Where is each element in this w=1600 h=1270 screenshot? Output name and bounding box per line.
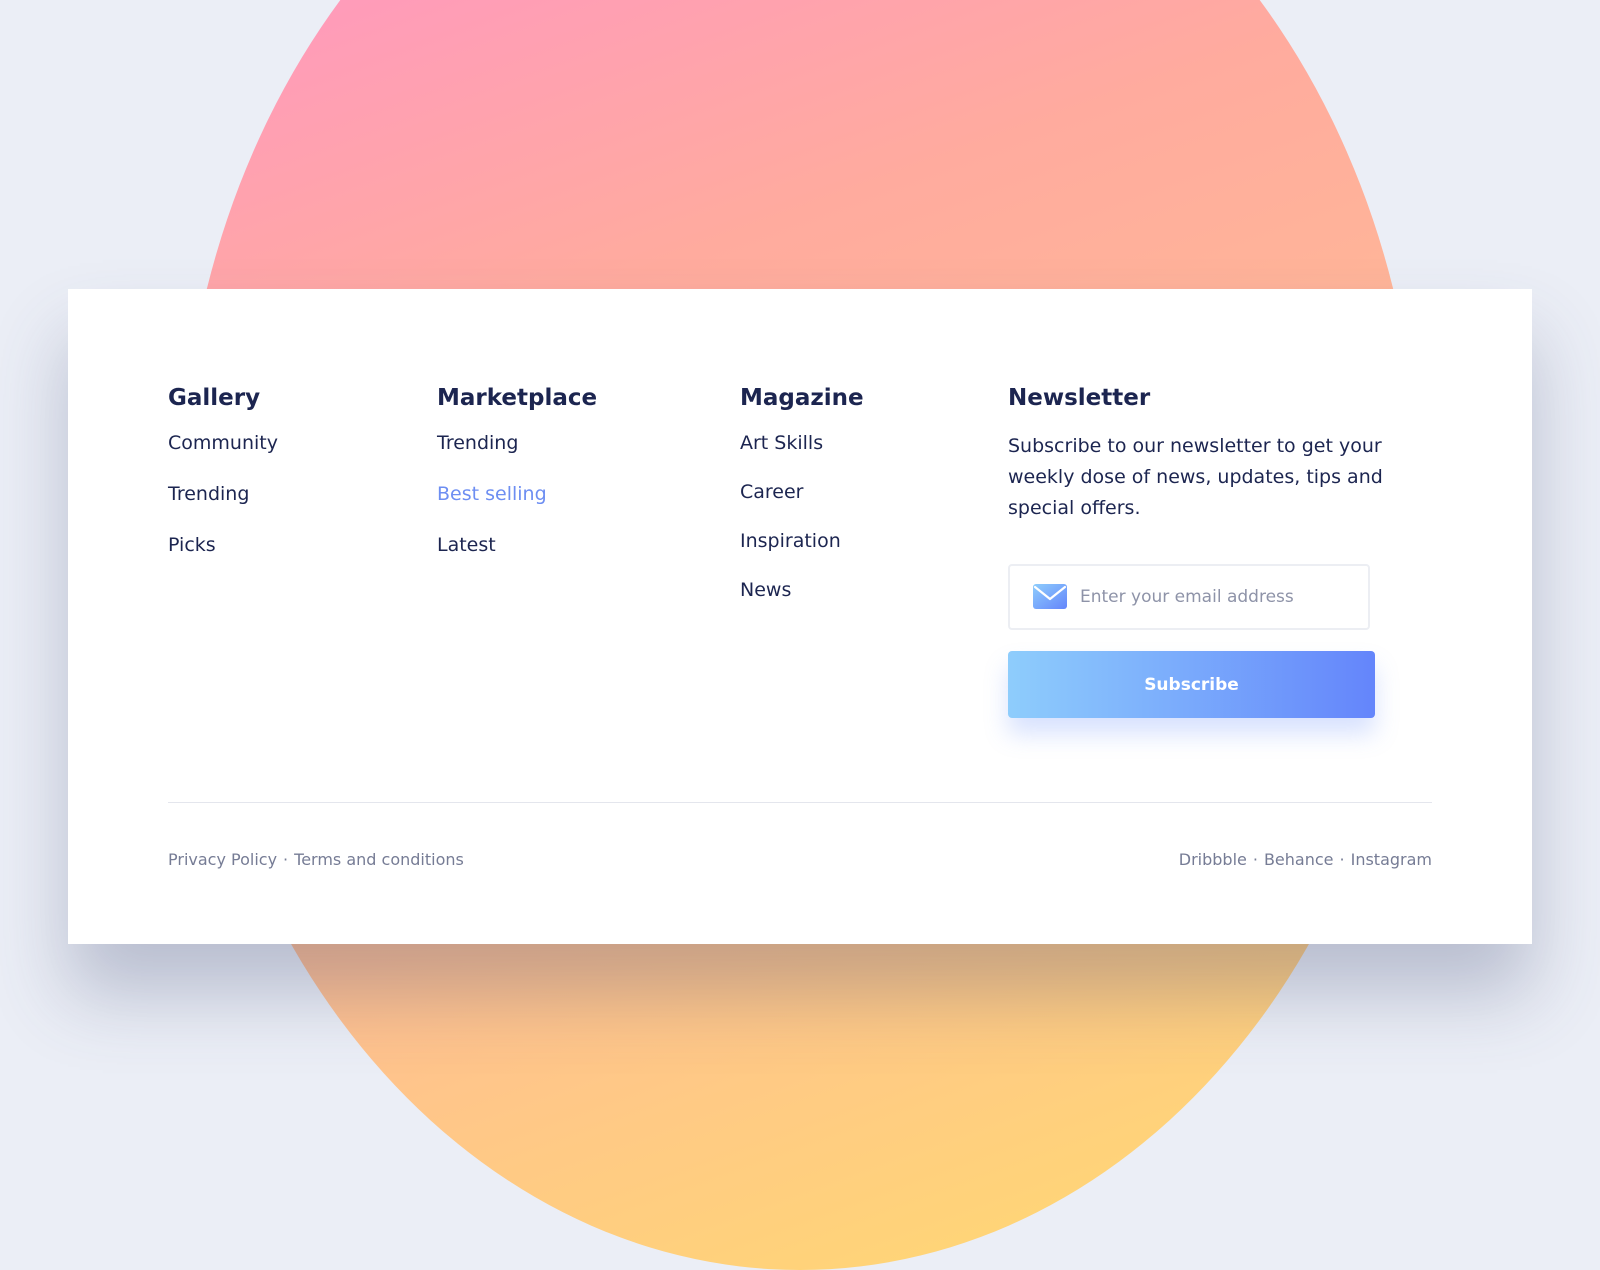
gallery-links: Community Trending Picks [168, 431, 278, 557]
gallery-column: Gallery Community Trending Picks [168, 387, 278, 584]
privacy-policy-link[interactable]: Privacy Policy [168, 850, 277, 869]
magazine-link-news[interactable]: News [740, 578, 864, 602]
magazine-links: Art Skills Career Inspiration News [740, 431, 864, 602]
newsletter-description: Subscribe to our newsletter to get your … [1008, 435, 1383, 519]
legal-links: Privacy Policy · Terms and conditions [168, 850, 464, 870]
magazine-heading: Magazine [740, 385, 864, 411]
email-field[interactable] [1008, 564, 1370, 630]
behance-link[interactable]: Behance [1264, 850, 1334, 869]
separator: · [1252, 850, 1258, 869]
marketplace-link-best-selling[interactable]: Best selling [437, 482, 597, 506]
subscribe-button[interactable]: Subscribe [1008, 651, 1375, 718]
marketplace-links: Trending Best selling Latest [437, 431, 597, 557]
email-input[interactable] [1080, 587, 1350, 607]
terms-link[interactable]: Terms and conditions [294, 850, 464, 869]
separator: · [283, 850, 289, 869]
dribbble-link[interactable]: Dribbble [1179, 850, 1247, 869]
mail-icon [1033, 584, 1067, 609]
footer-divider [168, 802, 1432, 803]
marketplace-column: Marketplace Trending Best selling Latest [437, 387, 597, 584]
social-links: Dribbble · Behance · Instagram [1179, 850, 1432, 870]
marketplace-heading: Marketplace [437, 385, 598, 411]
magazine-link-inspiration[interactable]: Inspiration [740, 529, 864, 553]
magazine-link-art-skills[interactable]: Art Skills [740, 431, 864, 455]
gallery-link-trending[interactable]: Trending [168, 482, 278, 506]
newsletter-heading: Newsletter [1008, 385, 1151, 411]
newsletter-column: Newsletter Subscribe to our newsletter t… [1008, 385, 1448, 718]
marketplace-link-trending[interactable]: Trending [437, 431, 597, 455]
instagram-link[interactable]: Instagram [1351, 850, 1432, 869]
magazine-link-career[interactable]: Career [740, 480, 864, 504]
magazine-column: Magazine Art Skills Career Inspiration N… [740, 387, 864, 627]
separator: · [1339, 850, 1345, 869]
gallery-link-community[interactable]: Community [168, 431, 278, 455]
gallery-heading: Gallery [168, 385, 261, 411]
footer-card: Gallery Community Trending Picks Marketp… [68, 289, 1532, 944]
marketplace-link-latest[interactable]: Latest [437, 533, 597, 557]
gallery-link-picks[interactable]: Picks [168, 533, 278, 557]
